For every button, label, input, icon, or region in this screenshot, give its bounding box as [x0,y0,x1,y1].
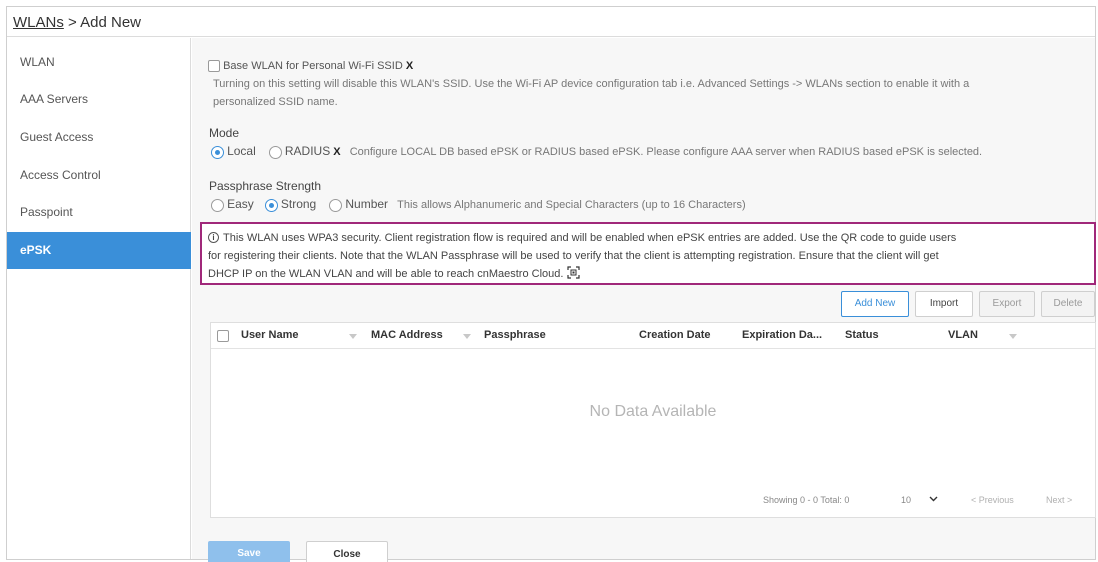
table-header: User Name MAC Address Passphrase Creatio… [211,323,1095,349]
sidebar-item-passpoint[interactable]: Passpoint [7,194,191,231]
sidebar: WLAN AAA Servers Guest Access Access Con… [7,38,191,559]
empty-table-message: No Data Available [589,403,717,420]
wlan-add-new-window: WLANs > Add New WLAN AAA Servers Guest A… [6,6,1096,562]
column-header-mac-address[interactable]: MAC Address [371,329,443,341]
sidebar-item-epsk[interactable]: ePSK [7,232,191,269]
mode-x-mark: X [333,146,341,158]
column-header-passphrase[interactable]: Passphrase [484,329,546,341]
breadcrumb-current: Add New [80,14,141,31]
column-header-mac-address-label: MAC Address [371,329,443,341]
import-button[interactable]: Import [915,291,973,317]
base-wlan-checkbox[interactable] [208,60,220,73]
passphrase-number-label: Number [345,197,389,211]
passphrase-help-text: This allows Alphanumeric and Special Cha… [397,199,746,211]
user-name-sort-icon[interactable] [349,334,357,339]
base-wlan-label: Base WLAN for Personal Wi-Fi SSID [223,60,403,72]
qr-code-icon[interactable] [567,266,581,279]
base-wlan-help-line2: personalized SSID name. [213,96,338,108]
pager-showing: Showing 0 - 0 Total: 0 [763,495,850,505]
chevron-down-icon [929,496,938,502]
mode-radius-radio[interactable] [268,145,282,159]
export-button[interactable]: Export [979,291,1035,317]
select-all-checkbox[interactable] [217,330,229,342]
wpa3-notice: i This WLAN uses WPA3 security. Client re… [200,222,1096,285]
title-bar: WLANs > Add New [7,7,1095,37]
breadcrumb-separator: > [63,14,81,31]
close-button[interactable]: Close [306,541,388,562]
column-header-vlan[interactable]: VLAN [948,329,978,341]
mode-local-radio[interactable] [211,145,224,159]
notice-line1: This WLAN uses WPA3 security. Client reg… [223,232,957,244]
next-page-button[interactable]: Next > [1046,495,1072,505]
breadcrumb: WLANs > Add New [13,14,141,31]
passphrase-easy-label: Easy [227,197,254,211]
mode-radius-label: RADIUS [284,144,331,158]
notice-line3-row: DHCP IP on the WLAN VLAN and will be abl… [208,265,1088,283]
sidebar-item-access-control[interactable]: Access Control [7,157,191,194]
mode-options-row: Local RADIUS X Configure LOCAL DB based … [211,144,982,159]
info-icon: i [208,232,219,243]
column-header-creation-date[interactable]: Creation Date [639,329,711,341]
sidebar-item-wlan[interactable]: WLAN [7,44,191,81]
mode-label: Mode [209,126,240,140]
mac-address-sort-icon[interactable] [463,334,471,339]
column-header-expiration-date[interactable]: Expiration Da... [742,329,822,341]
column-header-user-name-label: User Name [241,329,299,341]
delete-button[interactable]: Delete [1041,291,1095,317]
page-size-value: 10 [901,495,912,505]
mode-help-text: Configure LOCAL DB based ePSK or RADIUS … [349,146,983,158]
notice-line3: DHCP IP on the WLAN VLAN and will be abl… [208,268,564,280]
base-wlan-help-line1: Turning on this setting will disable thi… [213,78,970,90]
sidebar-item-aaa-servers[interactable]: AAA Servers [7,81,191,118]
passphrase-strength-label: Passphrase Strength [209,179,322,193]
previous-page-button[interactable]: < Previous [971,495,1014,505]
save-button[interactable]: Save [208,541,290,562]
sidebar-item-guest-access[interactable]: Guest Access [7,119,191,156]
notice-line1-row: i This WLAN uses WPA3 security. Client re… [208,229,1088,247]
base-wlan-x-mark: X [405,60,414,72]
column-header-user-name[interactable]: User Name [241,329,298,341]
breadcrumb-wlans-link[interactable]: WLANs [13,14,64,31]
notice-line2: for registering their clients. Note that… [208,250,939,262]
passphrase-number-radio[interactable] [329,198,343,212]
passphrase-strong-label: Strong [280,197,317,211]
passphrase-options-row: Easy Strong Number This allows Alphanume… [211,197,746,212]
column-header-status[interactable]: Status [845,329,879,341]
mode-local-label: Local [227,144,256,158]
page-size-select[interactable]: 10 [901,495,938,505]
main-panel: Base WLAN for Personal Wi-Fi SSID X Turn… [192,38,1096,562]
epsk-table: User Name MAC Address Passphrase Creatio… [210,322,1096,518]
passphrase-easy-radio[interactable] [211,198,224,212]
base-wlan-row: Base WLAN for Personal Wi-Fi SSID X [208,60,414,73]
passphrase-strong-radio[interactable] [264,198,278,212]
add-new-button[interactable]: Add New [841,291,909,317]
vlan-sort-icon[interactable] [1009,334,1017,339]
